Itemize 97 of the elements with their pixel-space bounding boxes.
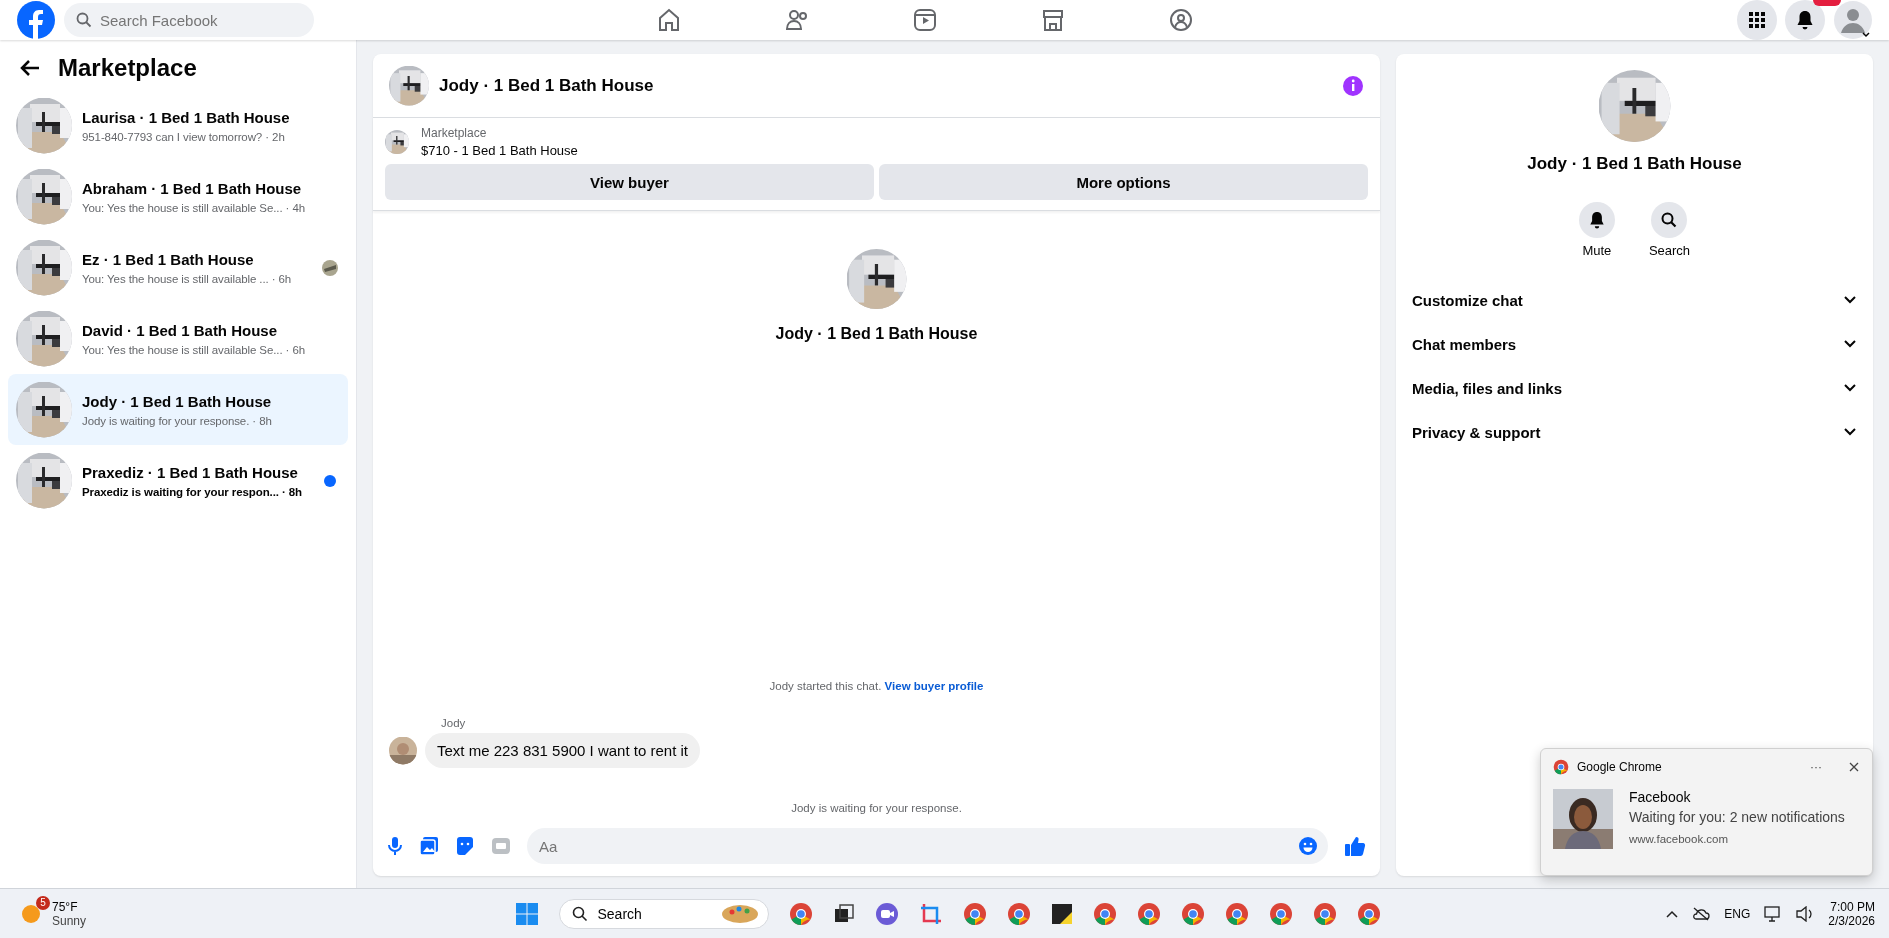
emoji-icon[interactable] (1298, 836, 1318, 856)
more-button[interactable]: ··· (1810, 760, 1822, 774)
settings-section[interactable]: Customize chat (1408, 278, 1861, 322)
profile-avatar-icon[interactable] (1833, 0, 1873, 40)
conversation-name: Abraham · 1 Bed 1 Bath House (82, 179, 302, 197)
conversation-name: Ez · 1 Bed 1 Bath House (82, 250, 254, 268)
buyer-profile-link[interactable]: View buyer profile (884, 680, 984, 692)
sticky-notes-icon[interactable] (1050, 902, 1073, 925)
conversation-item[interactable]: Jody · 1 Bed 1 Bath House Jody is waiting for your response. · 8h (8, 374, 348, 445)
message-bubble: Text me 223 831 5900 I want to rent it (425, 733, 700, 768)
chrome-icon[interactable] (788, 901, 813, 926)
microphone-icon[interactable] (387, 836, 403, 856)
palette-icon (719, 902, 760, 925)
chrome-icon[interactable] (1006, 901, 1031, 926)
chrome-icon[interactable] (1268, 901, 1293, 926)
notifications-button[interactable] (1785, 0, 1825, 40)
conversation-name: Praxediz · 1 Bed 1 Bath House (82, 463, 298, 481)
settings-section[interactable]: Chat members (1408, 322, 1861, 366)
taskbar-search-field[interactable]: Search (558, 898, 769, 929)
search-icon (1661, 212, 1678, 228)
search-field[interactable]: Search Facebook (64, 3, 314, 37)
thumbs-up-icon[interactable] (1344, 835, 1366, 857)
facebook-logo-icon[interactable] (16, 0, 56, 40)
task-view-icon[interactable] (832, 902, 855, 925)
groups-icon[interactable] (1167, 7, 1194, 33)
chrome-icon[interactable] (1092, 901, 1117, 926)
caret-up-icon[interactable] (1666, 909, 1679, 918)
cloud-off-icon[interactable] (1692, 906, 1711, 921)
page-title: Marketplace (58, 54, 197, 82)
chrome-icon[interactable] (1312, 901, 1337, 926)
notification-message: Waiting for you: 2 new notifications (1629, 809, 1845, 825)
action-label: Search (1648, 243, 1691, 258)
back-arrow-icon[interactable] (20, 59, 40, 77)
system-message: Jody started this chat. View buyer profile (769, 680, 984, 692)
video-call-icon[interactable] (874, 901, 899, 926)
close-icon[interactable] (1848, 761, 1860, 773)
notification-title: Facebook (1629, 789, 1692, 805)
bell-icon (1588, 211, 1605, 229)
chat-title: Jody · 1 Bed 1 Bath House (439, 75, 655, 96)
listing-title: $710 - 1 Bed 1 Bath House (421, 143, 578, 158)
sticker-icon[interactable] (455, 836, 475, 856)
weather-sun-icon[interactable] (20, 902, 42, 925)
action-button[interactable] (1651, 202, 1688, 238)
speaker-icon[interactable] (1796, 905, 1815, 922)
message-preview: 951-840-7793 can I view tomorrow? · 2h (82, 130, 285, 143)
notification-toast[interactable]: Google Chrome ··· Facebook Waiting for you: 2 new notifications www.facebook.com (1540, 748, 1873, 876)
monitor-icon[interactable] (1764, 905, 1783, 922)
friends-icon[interactable] (783, 7, 810, 33)
message-preview: You: Yes the house is still available ... · 6h (82, 272, 292, 285)
grid-icon (1748, 11, 1766, 29)
info-icon[interactable] (1342, 74, 1364, 97)
conversation-item[interactable]: Abraham · 1 Bed 1 Bath House You: Yes the house is still available Se... · 4h (8, 161, 348, 232)
settings-section[interactable]: Privacy & support (1408, 410, 1861, 454)
message-preview: You: Yes the house is still available Se... · 4h (82, 201, 305, 214)
chrome-icon[interactable] (1180, 901, 1205, 926)
image-icon[interactable] (419, 836, 439, 856)
weather-badge: 5 (36, 895, 50, 910)
message-input-field[interactable]: Aa (527, 828, 1328, 864)
chrome-icon[interactable] (1356, 901, 1381, 926)
conversation-item[interactable]: Laurisa · 1 Bed 1 Bath House 951-840-7793 can I view tomorrow? · 2h (8, 90, 348, 161)
conversation-name: David · 1 Bed 1 Bath House (82, 321, 278, 339)
conversation-item[interactable]: Ez · 1 Bed 1 Bath House You: Yes the house is still available ... · 6h (8, 232, 348, 303)
video-icon[interactable] (911, 7, 938, 33)
menu-button[interactable] (1737, 0, 1777, 40)
status-message: Jody is waiting for your response. (791, 802, 962, 814)
clock-date: 2/3/2026 (1828, 913, 1875, 928)
message-preview: Jody is waiting for your response. · 8h (82, 414, 272, 427)
chat-name: Jody · 1 Bed 1 Bath House (1527, 154, 1742, 174)
conversation-name: Jody · 1 Bed 1 Bath House (82, 392, 272, 410)
listing-label: Marketplace (421, 126, 488, 140)
chat-intro-title: Jody · 1 Bed 1 Bath House (775, 325, 978, 343)
sender-name: Jody (441, 717, 467, 729)
action-button[interactable] (1578, 202, 1615, 238)
temperature: 75°F (52, 899, 79, 914)
action-button[interactable]: More options (879, 164, 1368, 200)
message-preview: Praxediz is waiting for your respon... · 8h (82, 485, 302, 498)
start-icon[interactable] (514, 901, 539, 926)
notification-badge (1813, 0, 1841, 6)
chrome-icon (1553, 759, 1569, 775)
chrome-icon[interactable] (1136, 901, 1161, 926)
conversation-item[interactable]: Praxediz · 1 Bed 1 Bath House Praxediz is waiting for your respon... · 8h (8, 445, 348, 516)
action-button[interactable]: View buyer (385, 164, 874, 200)
bell-icon (1796, 10, 1814, 30)
language-indicator[interactable]: ENG (1724, 906, 1751, 921)
clock-time: 7:00 PM (1830, 899, 1875, 914)
notification-url: www.facebook.com (1629, 833, 1730, 845)
chrome-icon[interactable] (1224, 901, 1249, 926)
search-icon (571, 905, 588, 922)
action-label: Mute (1582, 243, 1612, 258)
conversation-name: Laurisa · 1 Bed 1 Bath House (82, 108, 290, 126)
weather-condition: Sunny (52, 913, 87, 928)
message-preview: You: Yes the house is still available Se... · 6h (82, 343, 305, 356)
chrome-icon[interactable] (962, 901, 987, 926)
conversation-item[interactable]: David · 1 Bed 1 Bath House You: Yes the house is still available Se... · 6h (8, 303, 348, 374)
notification-app-name: Google Chrome (1577, 760, 1663, 774)
snipping-tool-icon[interactable] (918, 901, 943, 926)
settings-section[interactable]: Media, files and links (1408, 366, 1861, 410)
